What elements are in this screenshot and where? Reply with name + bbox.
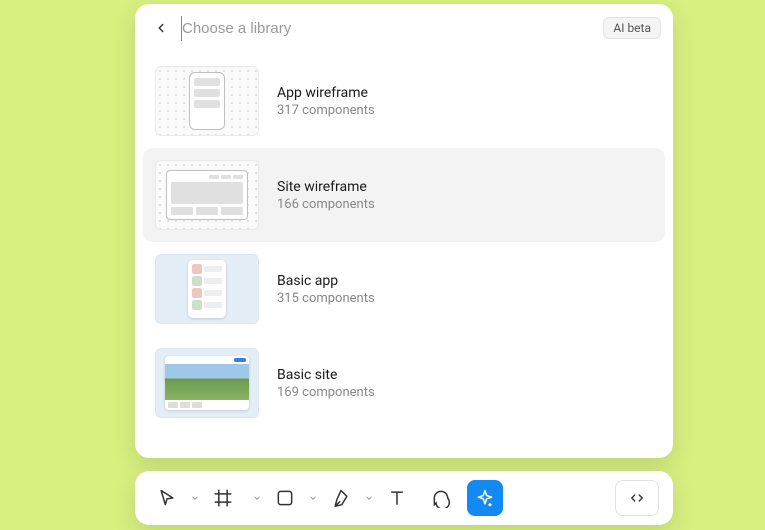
- library-title: Basic app: [277, 273, 375, 289]
- library-item-basic-app[interactable]: Basic app 315 components: [143, 242, 665, 336]
- frame-tool-more[interactable]: [249, 480, 265, 516]
- thumbnail-basic-site: [155, 348, 259, 418]
- frame-icon: [213, 488, 233, 508]
- chevron-down-icon: [364, 493, 374, 503]
- library-title: Site wireframe: [277, 179, 375, 195]
- chevron-down-icon: [308, 493, 318, 503]
- thumbnail-site-wireframe: [155, 160, 259, 230]
- move-tool-more[interactable]: [187, 480, 203, 516]
- dev-mode-button[interactable]: [615, 480, 659, 516]
- thumbnail-basic-app: [155, 254, 259, 324]
- library-title: App wireframe: [277, 85, 375, 101]
- text-icon: [387, 488, 407, 508]
- thumbnail-app-wireframe: [155, 66, 259, 136]
- cursor-icon: [157, 488, 177, 508]
- chevron-down-icon: [252, 493, 262, 503]
- library-title: Basic site: [277, 367, 375, 383]
- library-item-basic-site[interactable]: Basic site 169 components: [143, 336, 665, 430]
- library-picker-panel: AI beta App wireframe 317 components Sit…: [135, 4, 673, 458]
- frame-tool[interactable]: [205, 480, 241, 516]
- actions-tool[interactable]: [467, 480, 503, 516]
- chevron-left-icon: [154, 21, 168, 35]
- library-subtitle: 169 components: [277, 385, 375, 400]
- rectangle-icon: [275, 488, 295, 508]
- toolbar: [135, 471, 673, 525]
- move-tool[interactable]: [149, 480, 185, 516]
- pen-tool-more[interactable]: [361, 480, 377, 516]
- chevron-down-icon: [190, 493, 200, 503]
- code-icon: [626, 489, 648, 507]
- pen-icon: [331, 488, 351, 508]
- comment-icon: [431, 488, 451, 508]
- rectangle-tool[interactable]: [267, 480, 303, 516]
- comment-tool[interactable]: [423, 480, 459, 516]
- text-tool[interactable]: [379, 480, 415, 516]
- panel-header: AI beta: [135, 4, 673, 50]
- pen-tool[interactable]: [323, 480, 359, 516]
- library-item-site-wireframe[interactable]: Site wireframe 166 components: [143, 148, 665, 242]
- library-subtitle: 317 components: [277, 103, 375, 118]
- library-list: App wireframe 317 components Site wirefr…: [135, 50, 673, 458]
- rectangle-tool-more[interactable]: [305, 480, 321, 516]
- library-subtitle: 315 components: [277, 291, 375, 306]
- library-subtitle: 166 components: [277, 197, 375, 212]
- library-search-input[interactable]: [181, 16, 597, 41]
- sparkle-icon: [475, 488, 495, 508]
- library-item-app-wireframe[interactable]: App wireframe 317 components: [143, 54, 665, 148]
- ai-beta-badge[interactable]: AI beta: [603, 17, 661, 39]
- back-button[interactable]: [147, 14, 175, 42]
